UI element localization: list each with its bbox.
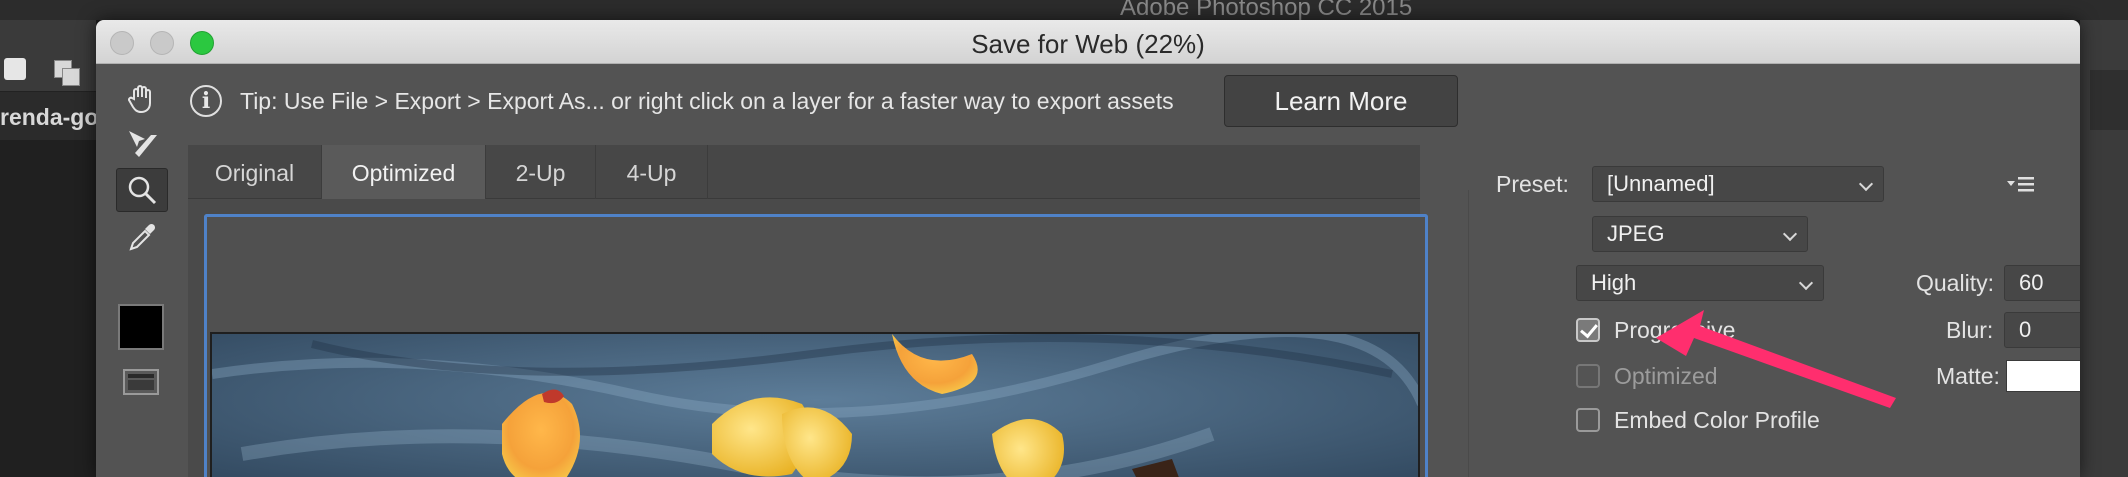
preset-select-value: [Unnamed] bbox=[1607, 171, 1715, 196]
view-tabs: Original Optimized 2-Up 4-Up bbox=[188, 145, 1420, 199]
save-for-web-dialog: Save for Web (22%) i Tip: Use File > Exp… bbox=[96, 20, 2080, 477]
blur-input-value: 0 bbox=[2019, 317, 2032, 342]
quality-level-select[interactable]: High bbox=[1576, 265, 1824, 301]
learn-more-button[interactable]: Learn More bbox=[1224, 75, 1458, 127]
photoshop-options-bar bbox=[0, 20, 96, 92]
add-selection-icon[interactable] bbox=[52, 58, 82, 86]
screen: Adobe Photoshop CC 2015 renda-go Save fo… bbox=[0, 0, 2128, 477]
quality-input[interactable]: 60 bbox=[2004, 265, 2080, 301]
preview-image[interactable] bbox=[210, 332, 1420, 477]
blur-label: Blur: bbox=[1946, 317, 1994, 343]
tip-text: Tip: Use File > Export > Export As... or… bbox=[240, 88, 1174, 114]
document-tab-label: renda-go bbox=[0, 104, 96, 130]
photoshop-app-title: Adobe Photoshop CC 2015 bbox=[1120, 0, 1413, 21]
chevron-down-icon bbox=[1782, 226, 1798, 242]
matte-color-swatch[interactable] bbox=[2006, 360, 2080, 392]
eyedropper-color-swatch[interactable] bbox=[118, 304, 164, 350]
eyedropper-icon bbox=[129, 223, 156, 251]
photoshop-menubar: Adobe Photoshop CC 2015 bbox=[0, 0, 2128, 21]
chevron-down-icon bbox=[1798, 275, 1814, 291]
file-format-value: JPEG bbox=[1607, 221, 1665, 246]
zoom-tool-button[interactable] bbox=[116, 168, 168, 212]
photoshop-canvas-area bbox=[0, 140, 96, 477]
quality-label: Quality: bbox=[1916, 270, 1994, 296]
dialog-titlebar[interactable]: Save for Web (22%) bbox=[96, 20, 2080, 64]
tab-original[interactable]: Original bbox=[188, 145, 322, 199]
tab-2-up[interactable]: 2-Up bbox=[486, 145, 596, 199]
eyedropper-tool-button[interactable] bbox=[116, 214, 168, 258]
preset-select[interactable]: [Unnamed] bbox=[1592, 166, 1884, 202]
tab-4-up[interactable]: 4-Up bbox=[596, 145, 708, 199]
preset-label: Preset: bbox=[1496, 171, 1569, 197]
photoshop-document-tab[interactable]: renda-go bbox=[0, 92, 96, 140]
quality-level-value: High bbox=[1591, 270, 1637, 295]
embed-color-profile-checkbox[interactable] bbox=[1576, 408, 1600, 432]
matte-label: Matte: bbox=[1936, 363, 2000, 389]
blur-input[interactable]: 0 bbox=[2004, 312, 2080, 348]
browser-preview-icon bbox=[123, 369, 159, 395]
slice-select-tool-button[interactable] bbox=[116, 122, 168, 166]
hand-icon bbox=[128, 85, 151, 114]
photoshop-panel-tab[interactable] bbox=[2090, 70, 2128, 130]
chevron-down-icon bbox=[1858, 176, 1874, 192]
zoom-icon bbox=[128, 176, 157, 205]
panel-menu-button[interactable] bbox=[2006, 174, 2036, 196]
hand-tool-button[interactable] bbox=[116, 76, 168, 120]
browser-preview-button[interactable] bbox=[118, 362, 164, 402]
optimized-checkbox[interactable] bbox=[1576, 364, 1600, 388]
info-icon: i bbox=[190, 85, 222, 117]
tab-optimized[interactable]: Optimized bbox=[322, 145, 486, 199]
slice-select-icon bbox=[129, 131, 157, 157]
single-selection-icon[interactable] bbox=[4, 58, 26, 80]
annotation-arrow-icon bbox=[1656, 310, 1896, 408]
dialog-title: Save for Web (22%) bbox=[971, 29, 1205, 59]
file-format-select[interactable]: JPEG bbox=[1592, 216, 1808, 252]
petals-photo bbox=[212, 334, 1418, 477]
panel-menu-icon bbox=[2007, 177, 2034, 192]
panel-divider bbox=[1468, 190, 1469, 477]
quality-input-value: 60 bbox=[2019, 270, 2044, 295]
progressive-checkbox[interactable] bbox=[1576, 318, 1600, 342]
